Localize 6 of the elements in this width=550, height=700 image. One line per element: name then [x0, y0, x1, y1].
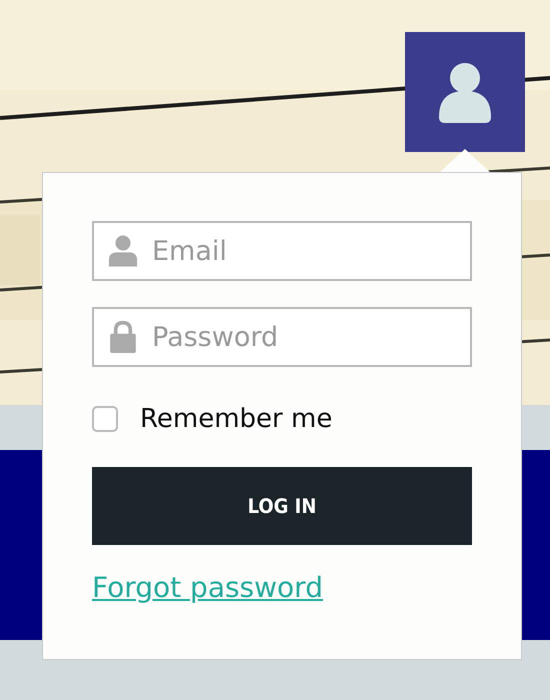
password-field[interactable]: Password	[92, 307, 472, 367]
email-field[interactable]: Email	[92, 221, 472, 281]
login-button[interactable]: LOG IN	[92, 467, 472, 545]
remember-checkbox[interactable]	[92, 406, 118, 432]
account-button[interactable]	[405, 32, 525, 152]
remember-label: Remember me	[140, 404, 332, 434]
